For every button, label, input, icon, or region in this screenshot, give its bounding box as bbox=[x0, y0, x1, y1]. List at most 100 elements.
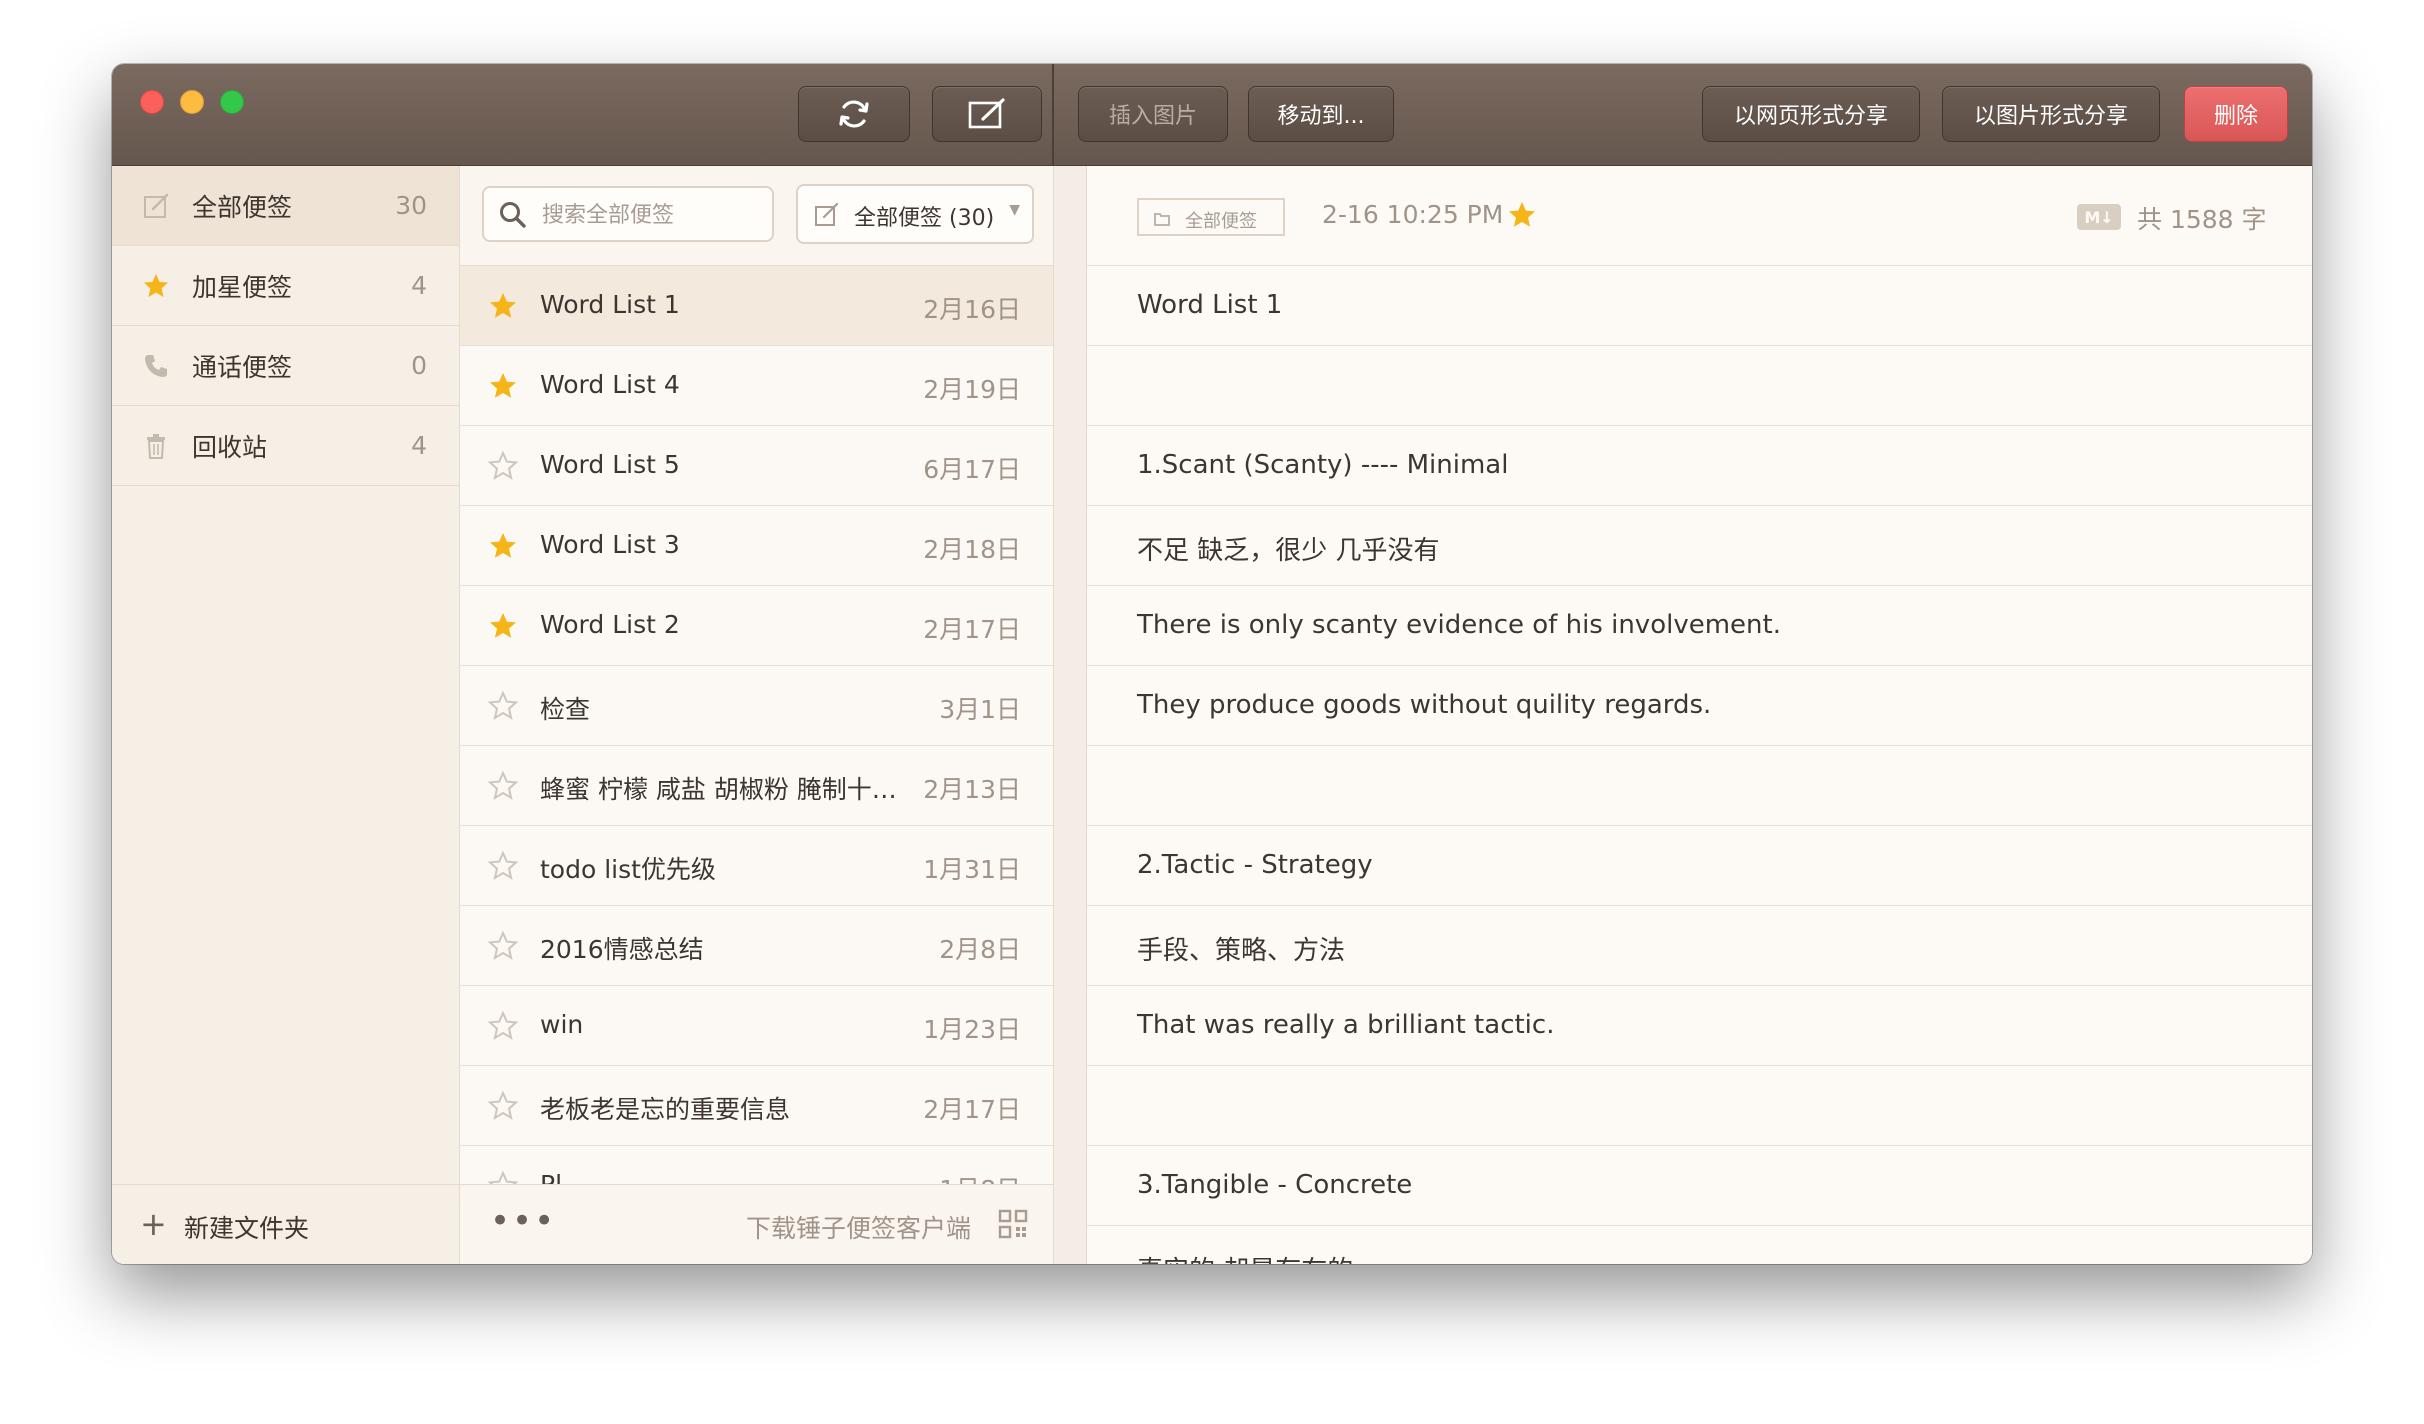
note-list-item[interactable]: 蜂蜜 柠檬 咸盐 胡椒粉 腌制十分钟 2月13日 bbox=[460, 746, 1053, 826]
sidebar-item-label: 通话便签 bbox=[192, 352, 293, 382]
note-date: 1月23日 bbox=[923, 1015, 1021, 1044]
editor-line[interactable]: There is only scanty evidence of his inv… bbox=[1087, 586, 2312, 666]
more-options-button[interactable]: ••• bbox=[490, 1201, 556, 1241]
share-as-image-button[interactable]: 以图片形式分享 bbox=[1942, 86, 2160, 142]
new-note-button[interactable] bbox=[932, 86, 1042, 142]
note-date: 2月16日 bbox=[923, 295, 1021, 324]
note-title: todo list优先级 bbox=[540, 855, 716, 884]
sidebar-item-label: 回收站 bbox=[192, 432, 268, 462]
insert-image-button[interactable]: 插入图片 bbox=[1078, 86, 1228, 142]
share-as-webpage-button[interactable]: 以网页形式分享 bbox=[1702, 86, 1920, 142]
note-date: 2月13日 bbox=[923, 775, 1021, 804]
editor-line-text: 手段、策略、方法 bbox=[1137, 936, 1346, 966]
note-list-item[interactable]: 检查 3月1日 bbox=[460, 666, 1053, 746]
star-icon[interactable] bbox=[488, 371, 518, 401]
editor-line-text: Word List 1 bbox=[1137, 290, 1283, 320]
editor-line[interactable]: 3.Tangible - Concrete bbox=[1087, 1146, 2312, 1226]
note-date: 6月17日 bbox=[923, 455, 1021, 484]
note-title: 检查 bbox=[540, 695, 591, 724]
note-list-item[interactable]: Word List 2 2月17日 bbox=[460, 586, 1053, 666]
star-icon[interactable] bbox=[488, 531, 518, 561]
star-icon[interactable] bbox=[488, 291, 518, 321]
folder-sidebar: 全部便签 30 加星便签 4 通话便签 0 回收站 4 + 新建文件夹 bbox=[112, 166, 461, 1264]
editor-line[interactable]: They produce goods without quility regar… bbox=[1087, 666, 2312, 746]
markdown-badge[interactable]: M↓ bbox=[2077, 204, 2121, 230]
note-title: Word List 1 bbox=[540, 290, 680, 319]
editor-line-text: 真实的 却是存在的 bbox=[1137, 1250, 1353, 1264]
note-list-item[interactable]: win 1月23日 bbox=[460, 986, 1053, 1066]
title-bar: 插入图片 移动到... 以网页形式分享 以图片形式分享 删除 bbox=[112, 64, 2312, 166]
filter-label: 全部便签 (30) bbox=[854, 206, 995, 231]
edit-icon bbox=[815, 202, 839, 226]
folder-icon bbox=[1154, 213, 1170, 226]
sidebar-item-starred[interactable]: 加星便签 4 bbox=[112, 246, 459, 326]
trash-icon bbox=[147, 434, 165, 459]
editor-line-text: 3.Tangible - Concrete bbox=[1137, 1170, 1413, 1200]
folder-tag[interactable]: 全部便签 bbox=[1137, 198, 1285, 236]
note-date: 1月31日 bbox=[923, 855, 1021, 884]
app-window: 插入图片 移动到... 以网页形式分享 以图片形式分享 删除 全部便签 30 加… bbox=[112, 64, 2312, 1264]
star-outline-icon[interactable] bbox=[488, 931, 518, 961]
editor-header: 全部便签 2-16 10:25 PM M↓ 共 1588 字 bbox=[1087, 166, 2312, 266]
minimize-window-button[interactable] bbox=[180, 90, 204, 114]
star-outline-icon[interactable] bbox=[488, 451, 518, 481]
note-list-item[interactable]: todo list优先级 1月31日 bbox=[460, 826, 1053, 906]
qr-code-icon[interactable] bbox=[998, 1209, 1028, 1239]
editor-line[interactable]: 1.Scant (Scanty) ---- Minimal bbox=[1087, 426, 2312, 506]
sidebar-item-trash[interactable]: 回收站 4 bbox=[112, 406, 459, 486]
star-outline-icon[interactable] bbox=[488, 691, 518, 721]
sync-icon bbox=[839, 100, 869, 128]
note-list-item[interactable]: Word List 3 2月18日 bbox=[460, 506, 1053, 586]
note-list-header: 全部便签 (30) ▼ bbox=[460, 166, 1053, 266]
move-to-button[interactable]: 移动到... bbox=[1248, 86, 1394, 142]
note-list-item[interactable]: 老板老是忘的重要信息 2月17日 bbox=[460, 1066, 1053, 1146]
note-title: win bbox=[540, 1010, 584, 1039]
star-outline-icon[interactable] bbox=[488, 1011, 518, 1041]
word-count: 共 1588 字 bbox=[2137, 205, 2267, 234]
editor-line-text: 不足 缺乏，很少 几乎没有 bbox=[1137, 536, 1440, 566]
note-editor[interactable]: 全部便签 2-16 10:25 PM M↓ 共 1588 字 Word List… bbox=[1087, 166, 2312, 1264]
star-outline-icon[interactable] bbox=[488, 851, 518, 881]
star-icon bbox=[143, 273, 169, 298]
editor-line-text: 2.Tactic - Strategy bbox=[1137, 850, 1373, 880]
star-icon[interactable] bbox=[1507, 200, 1537, 230]
star-outline-icon[interactable] bbox=[488, 771, 518, 801]
new-folder-button[interactable]: + 新建文件夹 bbox=[112, 1184, 459, 1264]
zoom-window-button[interactable] bbox=[220, 90, 244, 114]
star-outline-icon[interactable] bbox=[488, 1091, 518, 1121]
search-box[interactable] bbox=[482, 186, 774, 242]
sync-button[interactable] bbox=[798, 86, 910, 142]
sidebar-item-all-notes[interactable]: 全部便签 30 bbox=[112, 166, 459, 246]
edit-icon bbox=[144, 193, 169, 218]
editor-line[interactable]: 真实的 却是存在的 bbox=[1087, 1226, 2312, 1264]
note-date: 2月8日 bbox=[939, 935, 1021, 964]
editor-line[interactable]: 手段、策略、方法 bbox=[1087, 906, 2312, 986]
close-window-button[interactable] bbox=[140, 90, 164, 114]
note-list-item[interactable]: 2016情感总结 2月8日 bbox=[460, 906, 1053, 986]
editor-line[interactable] bbox=[1087, 346, 2312, 426]
delete-button[interactable]: 删除 bbox=[2184, 86, 2288, 142]
search-input[interactable] bbox=[540, 198, 764, 232]
toolbar-divider bbox=[1052, 64, 1054, 165]
note-date: 2月18日 bbox=[923, 535, 1021, 564]
editor-line[interactable] bbox=[1087, 746, 2312, 826]
folder-filter-dropdown[interactable]: 全部便签 (30) ▼ bbox=[796, 184, 1034, 244]
sidebar-item-call-notes[interactable]: 通话便签 0 bbox=[112, 326, 459, 406]
editor-line[interactable]: Word List 1 bbox=[1087, 266, 2312, 346]
note-list-footer: ••• 下载锤子便签客户端 bbox=[460, 1184, 1053, 1264]
star-icon[interactable] bbox=[488, 611, 518, 641]
editor-line[interactable]: That was really a brilliant tactic. bbox=[1087, 986, 2312, 1066]
note-list-item[interactable]: Word List 4 2月19日 bbox=[460, 346, 1053, 426]
note-title: 老板老是忘的重要信息 bbox=[540, 1095, 791, 1124]
note-list-item[interactable]: Word List 5 6月17日 bbox=[460, 426, 1053, 506]
chevron-down-icon: ▼ bbox=[1009, 202, 1020, 218]
editor-line-text: That was really a brilliant tactic. bbox=[1137, 1010, 1555, 1040]
editor-line[interactable]: 不足 缺乏，很少 几乎没有 bbox=[1087, 506, 2312, 586]
editor-line[interactable]: 2.Tactic - Strategy bbox=[1087, 826, 2312, 906]
note-list-item[interactable]: Word List 1 2月16日 bbox=[460, 266, 1053, 346]
download-client-link[interactable]: 下载锤子便签客户端 bbox=[746, 1209, 971, 1245]
note-title: Word List 5 bbox=[540, 450, 680, 479]
editor-line[interactable] bbox=[1087, 1066, 2312, 1146]
note-date: 2月17日 bbox=[923, 1095, 1021, 1124]
note-title: 蜂蜜 柠檬 咸盐 胡椒粉 腌制十分钟 bbox=[540, 775, 920, 804]
